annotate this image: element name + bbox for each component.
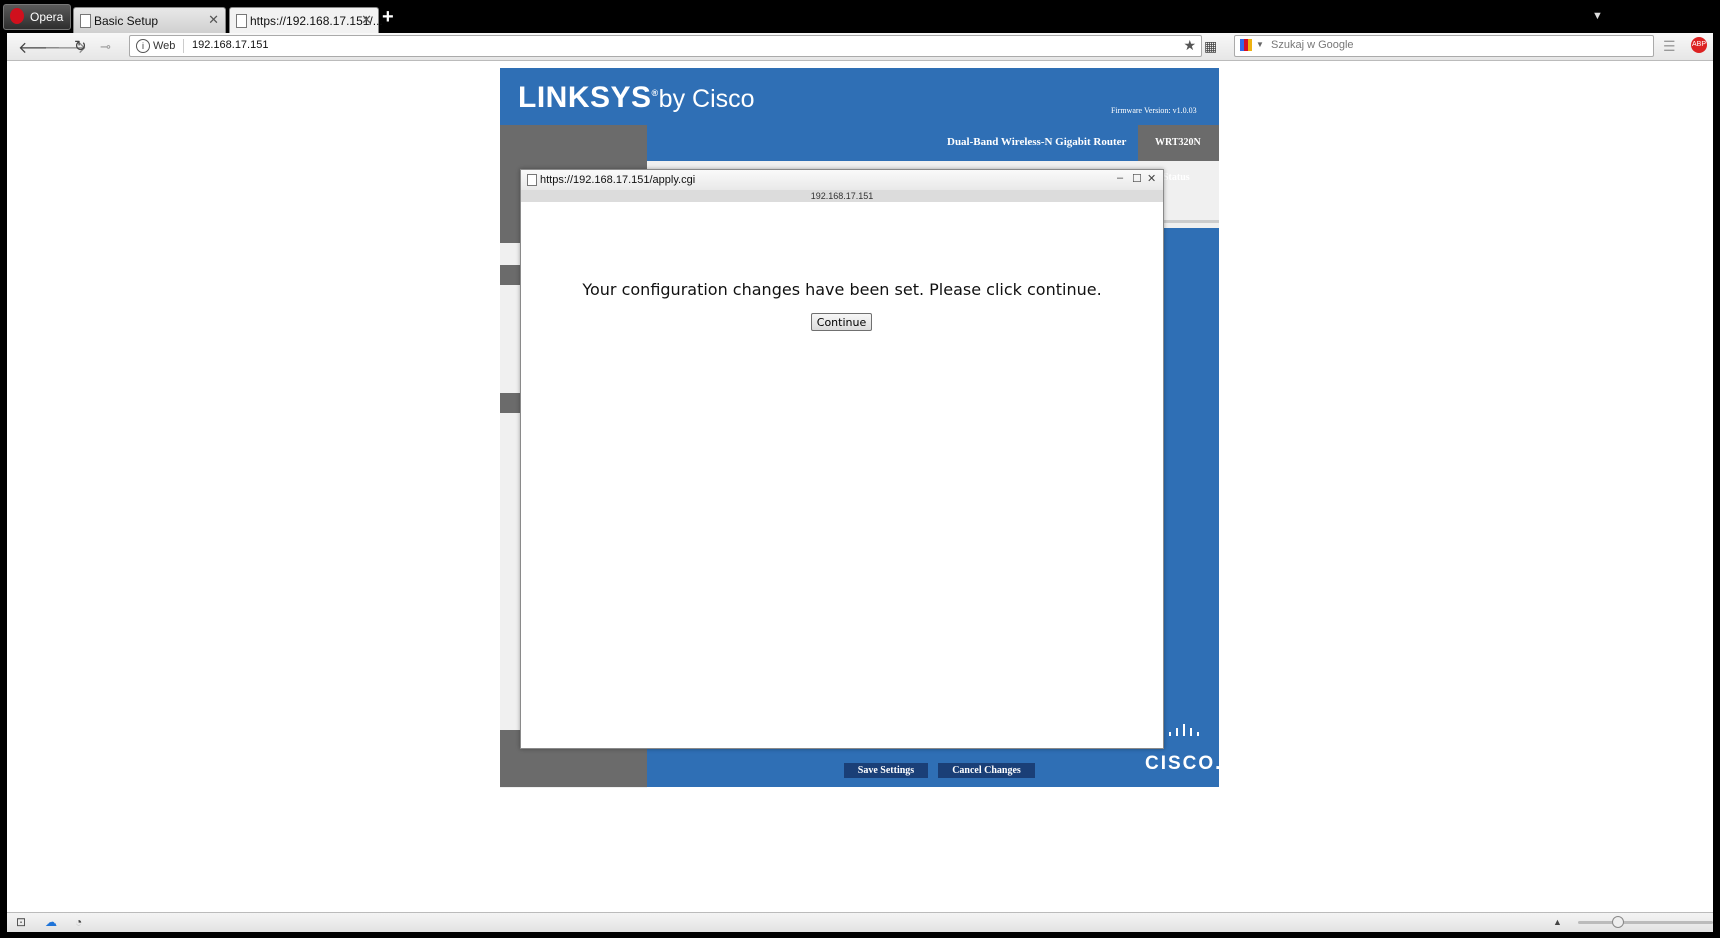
registered-mark: ®	[651, 88, 659, 98]
web-label: Web	[153, 40, 176, 52]
chevron-up-icon[interactable]: ▲	[1553, 917, 1562, 927]
toolbar: 🡐 🡒 ↻ ⊸ i Web 192.168.17.151 ★ ▦ ▼ Szukaj…	[7, 33, 1713, 61]
speedometer-icon[interactable]: ◔	[75, 915, 82, 929]
google-icon	[1240, 39, 1252, 51]
tab-bar: Opera Basic Setup ✕ https://192.168.17.1…	[0, 0, 1720, 34]
tab-menu-chevron-icon[interactable]: ▼	[1592, 10, 1603, 22]
popup-host: 192.168.17.151	[521, 190, 1163, 202]
popup-titlebar[interactable]: https://192.168.17.151/apply.cgi – ☐ ✕	[521, 170, 1163, 190]
continue-button[interactable]: Continue	[811, 313, 872, 331]
zoom-slider[interactable]	[1578, 921, 1713, 924]
firmware-version: Firmware Version: v1.0.03	[1111, 106, 1197, 115]
opera-menu-label: Opera	[30, 10, 64, 24]
page-icon	[527, 174, 537, 186]
star-icon[interactable]: ★	[1183, 37, 1196, 54]
minimize-icon[interactable]: –	[1117, 172, 1123, 184]
tab-basic-setup[interactable]: Basic Setup ✕	[73, 7, 226, 34]
model-box: WRT320N	[1138, 125, 1219, 161]
web-badge[interactable]: i Web	[136, 39, 185, 53]
brand-suffix: by Cisco	[658, 85, 755, 113]
page-icon	[80, 14, 91, 28]
address-bar[interactable]: i Web 192.168.17.151 ★	[129, 35, 1202, 57]
close-tab-icon[interactable]: ✕	[361, 12, 372, 28]
cloud-icon[interactable]: ☁	[45, 915, 57, 929]
search-placeholder: Szukaj w Google	[1271, 39, 1354, 51]
bottom-left-block	[500, 749, 647, 787]
linksys-logo: LINKSYS®by Cisco	[518, 81, 755, 115]
confirmation-message: Your configuration changes have been set…	[582, 280, 1102, 299]
page-icon	[236, 14, 247, 28]
product-name: Dual-Band Wireless-N Gigabit Router	[947, 136, 1127, 148]
speed-dial-icon[interactable]: ▦	[1204, 38, 1217, 55]
brand-name: LINKSYS	[518, 81, 652, 114]
save-settings-button[interactable]: Save Settings	[844, 763, 928, 778]
maximize-icon[interactable]: ☐	[1132, 172, 1142, 185]
panel-icon[interactable]: ☰	[1663, 38, 1676, 55]
plus-icon[interactable]: +	[382, 6, 394, 29]
panel-toggle-icon[interactable]: ⊡	[16, 915, 26, 929]
search-field[interactable]: ▼ Szukaj w Google	[1234, 35, 1654, 57]
close-tab-icon[interactable]: ✕	[208, 12, 219, 28]
apply-popup-window: https://192.168.17.151/apply.cgi – ☐ ✕ 1…	[520, 169, 1164, 749]
adblock-icon[interactable]: ABP	[1691, 37, 1707, 53]
zoom-slider-handle[interactable]	[1612, 916, 1624, 928]
opera-menu-button[interactable]: Opera	[3, 4, 71, 30]
close-icon[interactable]: ✕	[1147, 172, 1156, 185]
reload-icon[interactable]: ↻	[74, 37, 87, 55]
product-bar	[647, 125, 1219, 161]
popup-title: https://192.168.17.151/apply.cgi	[540, 174, 696, 186]
globe-icon: i	[136, 39, 150, 53]
chevron-down-icon[interactable]: ▼	[1256, 40, 1264, 49]
cisco-wordmark: CISCO.	[1145, 753, 1223, 774]
status-bar: ⊡ ☁ ◔ ▲	[7, 912, 1713, 932]
cancel-changes-button[interactable]: Cancel Changes	[938, 763, 1035, 778]
tab-label: Basic Setup	[94, 14, 159, 28]
model-name: WRT320N	[1155, 137, 1201, 148]
opera-logo-icon	[10, 8, 24, 24]
key-icon[interactable]: ⊸	[100, 39, 111, 55]
tab-status[interactable]: Status	[1163, 172, 1190, 183]
tab-apply[interactable]: https://192.168.17.151/... ✕	[229, 7, 383, 34]
address-text[interactable]: 192.168.17.151	[192, 39, 268, 51]
